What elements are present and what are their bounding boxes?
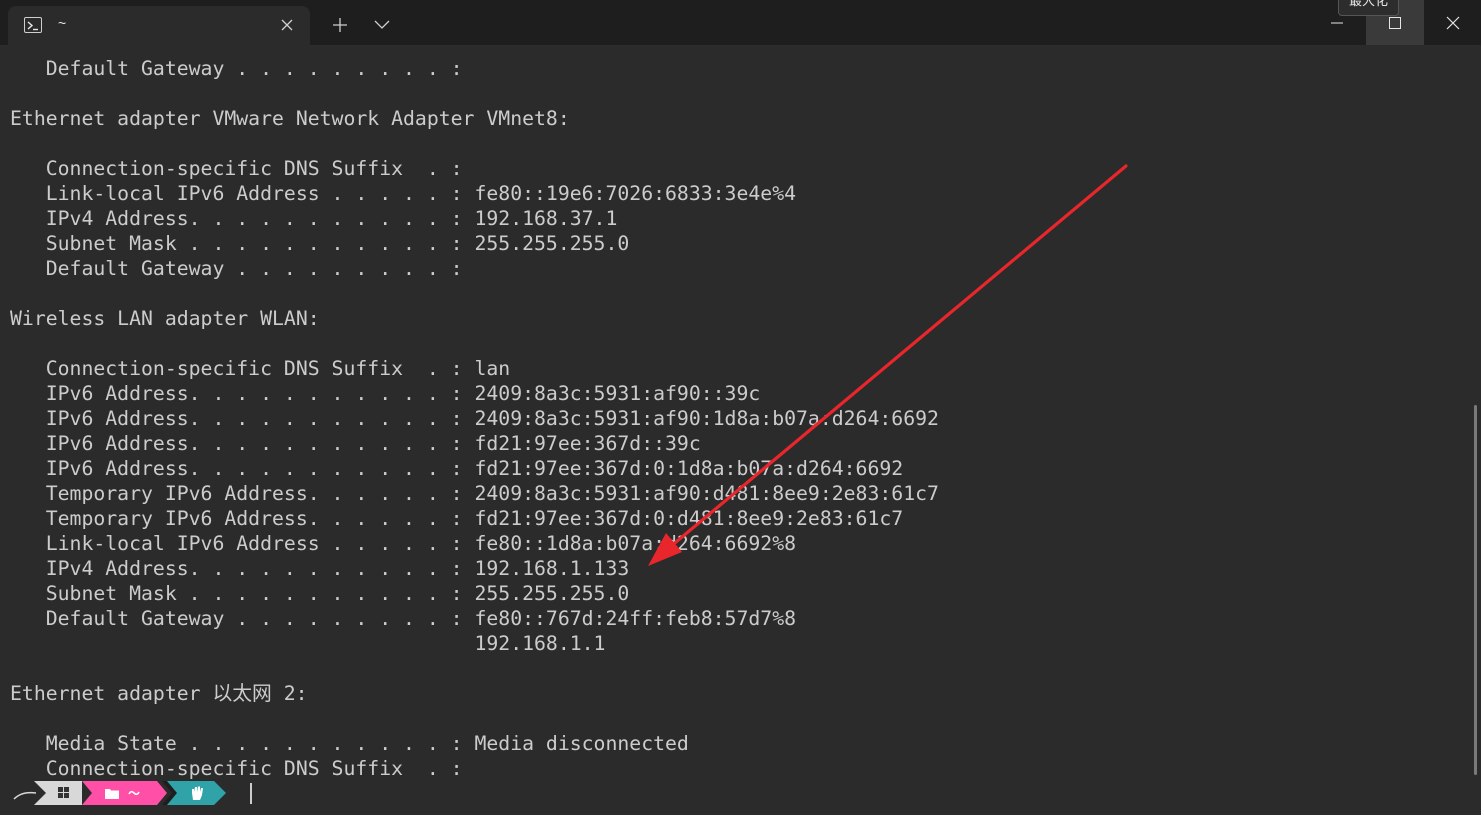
terminal-line: Ethernet adapter 以太网 2: bbox=[10, 682, 308, 705]
terminal-line: IPv6 Address. . . . . . . . . . . : 2409… bbox=[10, 382, 761, 405]
terminal-line: IPv6 Address. . . . . . . . . . . : 2409… bbox=[10, 407, 939, 430]
terminal-line: Connection-specific DNS Suffix . : bbox=[10, 757, 463, 780]
maximize-tooltip: 最大化 bbox=[1338, 0, 1400, 16]
terminal-line: Link-local IPv6 Address . . . . . : fe80… bbox=[10, 182, 797, 205]
terminal-line: IPv6 Address. . . . . . . . . . . : fd21… bbox=[10, 457, 904, 480]
hand-icon bbox=[188, 781, 206, 805]
terminal-line: Default Gateway . . . . . . . . . : bbox=[10, 257, 463, 280]
windows-logo-icon bbox=[56, 781, 72, 805]
terminal-line: 192.168.1.1 bbox=[10, 632, 606, 655]
powershell-icon bbox=[24, 17, 42, 33]
terminal-line: Default Gateway . . . . . . . . . : fe80… bbox=[10, 607, 797, 630]
prompt bbox=[12, 781, 252, 805]
terminal-line: Link-local IPv6 Address . . . . . : fe80… bbox=[10, 532, 797, 555]
terminal-line: IPv6 Address. . . . . . . . . . . : fd21… bbox=[10, 432, 701, 455]
text-cursor bbox=[250, 783, 252, 804]
new-tab-icon[interactable] bbox=[326, 11, 354, 39]
terminal-line: Temporary IPv6 Address. . . . . . : fd21… bbox=[10, 507, 904, 530]
title-bar: ~ 最大化 bbox=[0, 0, 1481, 45]
terminal-line: Connection-specific DNS Suffix . : bbox=[10, 157, 463, 180]
home-tilde-icon bbox=[126, 781, 142, 805]
terminal-line: Subnet Mask . . . . . . . . . . . : 255.… bbox=[10, 582, 630, 605]
terminal-line: Connection-specific DNS Suffix . : lan bbox=[10, 357, 511, 380]
terminal-line: Media State . . . . . . . . . . . : Medi… bbox=[10, 732, 689, 755]
terminal-line: Subnet Mask . . . . . . . . . . . : 255.… bbox=[10, 232, 630, 255]
close-tab-icon[interactable] bbox=[276, 14, 298, 36]
terminal-line: IPv4 Address. . . . . . . . . . . : 192.… bbox=[10, 207, 618, 230]
folder-icon bbox=[104, 781, 120, 805]
terminal-output[interactable]: Default Gateway . . . . . . . . . : Ethe… bbox=[0, 45, 1481, 815]
terminal-line: IPv4 Address. . . . . . . . . . . : 192.… bbox=[10, 557, 630, 580]
scrollbar-thumb[interactable] bbox=[1474, 405, 1477, 775]
terminal-line: Default Gateway . . . . . . . . . : bbox=[10, 57, 463, 80]
chevron-down-icon[interactable] bbox=[368, 11, 396, 39]
tab-title: ~ bbox=[58, 15, 67, 31]
close-window-button[interactable] bbox=[1424, 0, 1481, 45]
tab-active[interactable]: ~ bbox=[8, 6, 310, 45]
terminal-line: Ethernet adapter VMware Network Adapter … bbox=[10, 107, 570, 130]
terminal-line: Wireless LAN adapter WLAN: bbox=[10, 307, 320, 330]
terminal-line: Temporary IPv6 Address. . . . . . : 2409… bbox=[10, 482, 939, 505]
